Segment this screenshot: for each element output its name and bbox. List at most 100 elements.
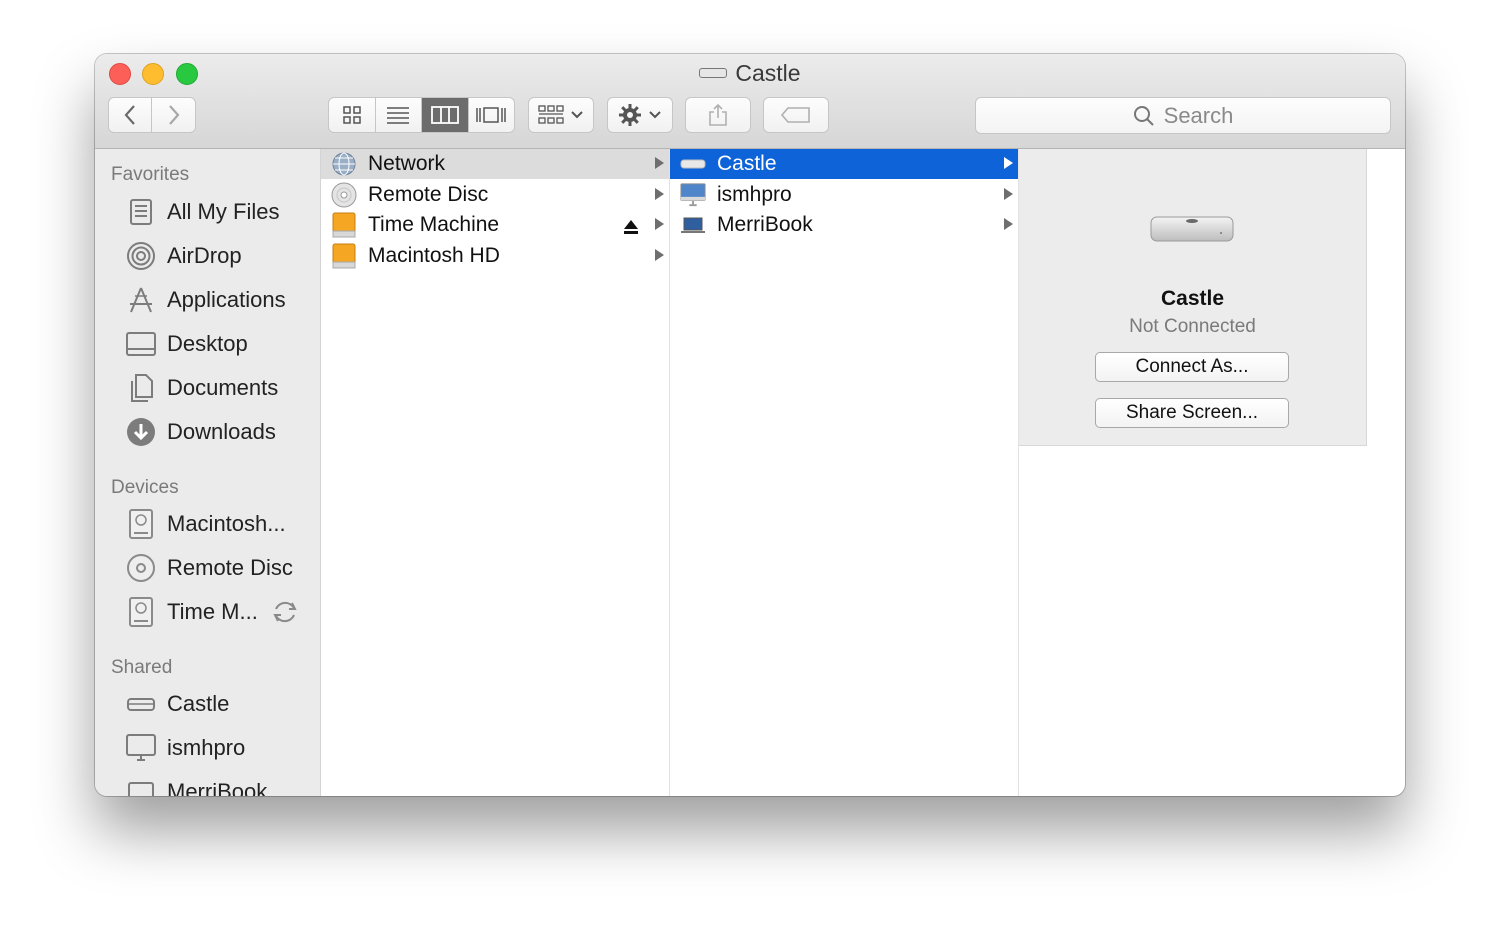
sidebar-item-desktop[interactable]: Desktop <box>125 324 248 364</box>
sidebar-item-label: Applications <box>167 287 286 312</box>
sidebar-item-downloads[interactable]: Downloads <box>125 412 276 452</box>
sidebar-item-ismhpro[interactable]: ismhpro <box>125 728 245 768</box>
back-forward-group <box>108 97 196 133</box>
network-globe-icon <box>331 151 357 177</box>
sidebar-item-all-my-files[interactable]: All My Files <box>125 192 279 232</box>
eject-icon[interactable] <box>623 217 639 241</box>
chevron-left-icon <box>124 105 135 125</box>
sidebar-item-label: Castle <box>167 691 230 716</box>
disclosure-arrow-icon <box>1004 188 1013 200</box>
list-item-castle[interactable]: Castle <box>670 149 1018 179</box>
forward-button[interactable] <box>152 98 195 132</box>
sidebar-item-airdrop[interactable]: AirDrop <box>125 236 242 276</box>
list-item-time-machine[interactable]: Time Machine <box>321 210 669 240</box>
desktop-icon <box>125 328 157 360</box>
sidebar-item-label: MerriBook <box>167 779 268 796</box>
list-item-macintosh-hd[interactable]: Macintosh HD <box>321 241 669 271</box>
sidebar-item-applications[interactable]: Applications <box>125 280 286 320</box>
chevron-down-icon <box>571 111 583 119</box>
list-view-icon <box>387 107 410 124</box>
airdrop-icon <box>125 240 157 272</box>
action-button[interactable] <box>607 97 673 133</box>
arrange-button[interactable] <box>528 97 594 133</box>
list-item-network[interactable]: Network <box>321 149 669 179</box>
sidebar-item-merribook[interactable]: MerriBook <box>125 772 267 796</box>
item-label: Remote Disc <box>368 183 489 206</box>
disclosure-arrow-icon <box>655 249 664 261</box>
share-button[interactable] <box>685 97 751 133</box>
sync-icon <box>270 598 300 626</box>
imac-icon <box>680 182 706 208</box>
list-item-remote-disc[interactable]: Remote Disc <box>321 180 669 210</box>
sidebar-header-devices: Devices <box>111 477 179 498</box>
sidebar-item-label: AirDrop <box>167 243 242 268</box>
item-label: ismhpro <box>717 183 792 206</box>
sidebar-header-shared: Shared <box>111 657 173 678</box>
sidebar-item-label: Documents <box>167 375 279 400</box>
chevron-down-icon <box>649 111 661 119</box>
browser-column-1: Network Remote Disc Time Machine Macinto… <box>321 149 670 796</box>
share-screen-button[interactable]: Share Screen... <box>1095 398 1289 428</box>
sidebar-item-time-machine[interactable]: Time M... <box>125 592 300 632</box>
sidebar-item-remote-disc[interactable]: Remote Disc <box>125 548 293 588</box>
all-my-files-icon <box>125 196 157 228</box>
sidebar-item-label: Desktop <box>167 331 248 356</box>
finder-window: Castle Search Favorites All My Files Air… <box>95 54 1405 796</box>
tag-button[interactable] <box>763 97 829 133</box>
server-icon <box>699 67 728 78</box>
tag-icon <box>780 107 810 123</box>
disclosure-arrow-icon <box>1004 157 1013 169</box>
sidebar-header-favorites: Favorites <box>111 164 190 185</box>
window-title-text: Castle <box>735 60 801 86</box>
disclosure-arrow-icon <box>655 157 664 169</box>
laptop-icon <box>680 212 706 238</box>
sidebar-item-macintosh-hd[interactable]: Macintosh... <box>125 504 286 544</box>
cover-flow-icon <box>476 107 506 123</box>
sidebar-item-documents[interactable]: Documents <box>125 368 278 408</box>
laptop-icon <box>125 776 157 796</box>
sidebar-item-label: Downloads <box>167 419 276 444</box>
disclosure-arrow-icon <box>1004 218 1013 230</box>
connect-as-button[interactable]: Connect As... <box>1095 352 1289 382</box>
preview-status: Not Connected <box>1129 316 1256 337</box>
disc-icon <box>331 182 357 208</box>
gear-icon <box>619 104 641 126</box>
window-title: Castle <box>95 60 1405 87</box>
disclosure-arrow-icon <box>655 218 664 230</box>
icon-view-button[interactable] <box>329 98 376 132</box>
icon-view-icon <box>343 106 361 124</box>
applications-icon <box>125 284 157 316</box>
sidebar-item-label: Time M... <box>167 599 258 624</box>
imac-icon <box>125 732 157 764</box>
item-label: Castle <box>717 152 777 175</box>
preview-pane: Castle Not Connected Connect As... Share… <box>1019 149 1367 446</box>
orange-drive-icon <box>331 212 357 238</box>
cover-flow-button[interactable] <box>469 98 515 132</box>
view-mode-group <box>328 97 515 133</box>
search-placeholder: Search <box>1163 102 1234 128</box>
arrange-icon <box>538 105 564 124</box>
sidebar-item-label: Macintosh... <box>167 511 286 536</box>
mac-mini-icon <box>680 151 706 177</box>
disc-icon <box>125 552 157 584</box>
chevron-right-icon <box>168 105 179 125</box>
search-field[interactable]: Search <box>975 97 1391 134</box>
list-item-ismhpro[interactable]: ismhpro <box>670 180 1018 210</box>
sidebar-item-label: ismhpro <box>167 735 246 760</box>
sidebar-item-label: All My Files <box>167 199 280 224</box>
back-button[interactable] <box>109 98 153 132</box>
downloads-icon <box>125 416 157 448</box>
item-label: Macintosh HD <box>368 244 500 267</box>
hard-drive-icon <box>125 596 157 628</box>
column-view-icon <box>430 106 459 124</box>
list-item-merribook[interactable]: MerriBook <box>670 210 1018 240</box>
server-icon <box>125 688 157 720</box>
preview-name: Castle <box>1160 287 1225 310</box>
item-label: Network <box>368 152 446 175</box>
sidebar: Favorites All My Files AirDrop Applicati… <box>95 149 321 796</box>
sidebar-item-castle[interactable]: Castle <box>125 684 229 724</box>
documents-icon <box>125 372 157 404</box>
list-view-button[interactable] <box>376 98 422 132</box>
titlebar: Castle Search <box>95 54 1405 149</box>
column-view-button[interactable] <box>422 98 469 132</box>
